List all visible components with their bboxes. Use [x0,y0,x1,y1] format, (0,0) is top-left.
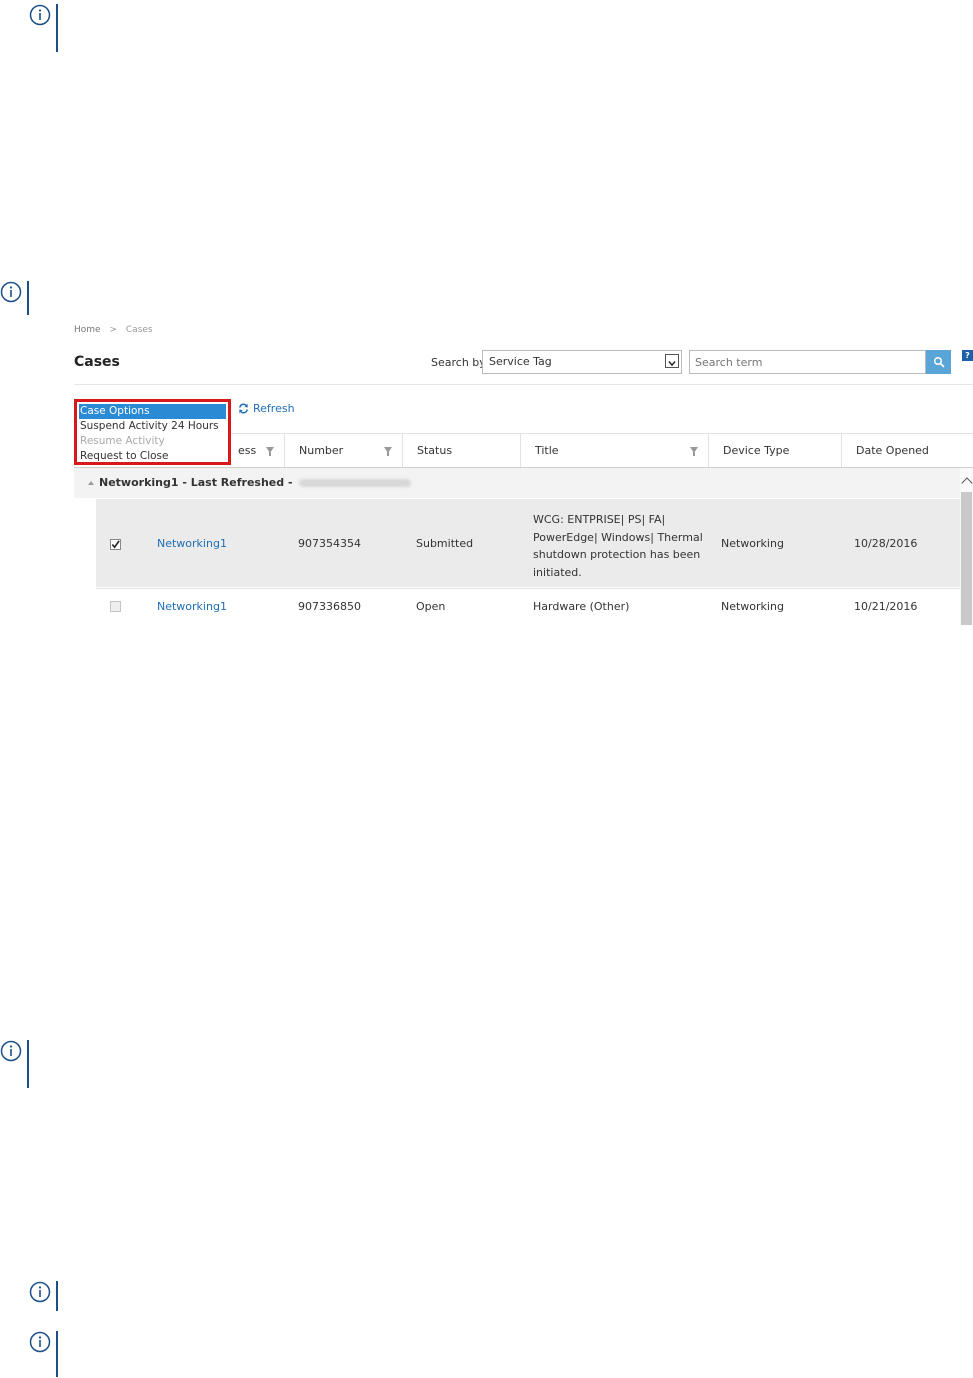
group-row[interactable]: Networking1 - Last Refreshed - [74,468,960,498]
date-opened: 10/28/2016 [854,537,918,550]
note-bar [27,1040,29,1088]
note-bar [56,1281,58,1311]
note-info-5 [29,1331,58,1377]
column-header-number[interactable]: Number [284,434,402,467]
scrollbar-thumb[interactable] [961,492,972,625]
case-status: Open [416,600,446,613]
note-info-4 [29,1281,58,1311]
column-label: Number [299,444,344,457]
column-header-date-opened[interactable]: Date Opened [841,434,973,467]
breadcrumb: Home > Cases [74,325,153,335]
column-header-address[interactable]: ess [224,434,284,467]
group-name: Networking1 - Last Refreshed - [99,476,293,489]
note-bar [27,281,29,315]
refresh-label: Refresh [253,402,295,415]
note-bar [56,4,58,52]
menu-item-resume-activity: Resume Activity [80,435,165,447]
row-checkbox[interactable] [110,539,121,550]
info-icon [29,1331,51,1353]
column-label: Device Type [723,444,790,457]
filter-icon[interactable] [690,447,698,456]
device-type: Networking [721,537,784,550]
divider [74,384,973,385]
title-line: PowerEdge| Windows| Thermal [533,530,703,544]
note-info-3 [0,1040,29,1088]
scrollbar[interactable] [960,468,973,625]
title-line: WCG: ENTPRISE| PS| FA| [533,513,666,526]
note-info-1 [29,4,58,52]
help-button[interactable]: ? [962,350,973,361]
column-header-status[interactable]: Status [402,434,520,467]
table-row[interactable]: Networking1 907336850 Open Hardware (Oth… [96,588,960,626]
device-link[interactable]: Networking1 [157,537,227,550]
case-number: 907336850 [298,600,361,613]
checkmark-icon [111,540,120,549]
search-by-select[interactable]: Service Tag [482,350,682,374]
breadcrumb-current: Cases [125,325,153,335]
group-title: Networking1 - Last Refreshed - [99,468,411,498]
column-label: Title [535,444,559,457]
info-icon [0,1040,22,1062]
info-icon [29,1281,51,1303]
filter-icon[interactable] [266,447,274,456]
case-title: Hardware (Other) [533,600,630,613]
column-label: Status [417,444,453,457]
page-title: Cases [74,354,120,370]
case-status: Submitted [416,537,474,550]
filter-icon[interactable] [384,447,392,456]
case-options-dropdown[interactable]: Case Options Suspend Activity 24 Hours R… [74,399,231,465]
column-header-device-type[interactable]: Device Type [708,434,841,467]
date-opened: 10/21/2016 [854,600,918,613]
title-line: shutdown protection has been [533,548,701,561]
menu-item-suspend-activity[interactable]: Suspend Activity 24 Hours [77,419,228,434]
note-bar [56,1331,58,1377]
refresh-icon [239,403,248,414]
title-line: initiated. [533,565,582,579]
case-number: 907354354 [298,537,361,550]
chevron-down-icon[interactable] [665,354,679,368]
menu-item-case-options[interactable]: Case Options [79,404,226,419]
cases-screenshot: Home > Cases Cases Search by Service Tag… [74,320,973,625]
menu-item-request-to-close[interactable]: Request to Close [77,449,228,464]
scroll-up-icon[interactable] [961,477,973,489]
refresh-button[interactable]: Refresh [238,402,295,415]
search-button[interactable] [926,350,951,374]
info-icon [29,4,51,26]
column-label: Date Opened [856,444,929,457]
info-icon [0,281,22,303]
table-row[interactable]: Networking1 907354354 Submitted WCG: ENT… [96,499,960,587]
search-by-label: Search by [431,356,486,369]
breadcrumb-home[interactable]: Home [74,325,101,335]
search-input[interactable] [689,350,926,374]
search-icon [933,356,945,368]
collapse-icon[interactable] [88,481,94,485]
device-link[interactable]: Networking1 [157,600,227,613]
column-label: ess [238,444,257,457]
note-info-2 [0,281,29,315]
redacted-timestamp [298,479,411,487]
column-header-title[interactable]: Title [520,434,708,467]
case-title: WCG: ENTPRISE| PS| FA| PowerEdge| Window… [533,511,708,581]
search-by-value: Service Tag [489,355,552,368]
device-type: Networking [721,600,784,613]
row-checkbox[interactable] [110,601,121,612]
breadcrumb-separator: > [109,325,117,335]
